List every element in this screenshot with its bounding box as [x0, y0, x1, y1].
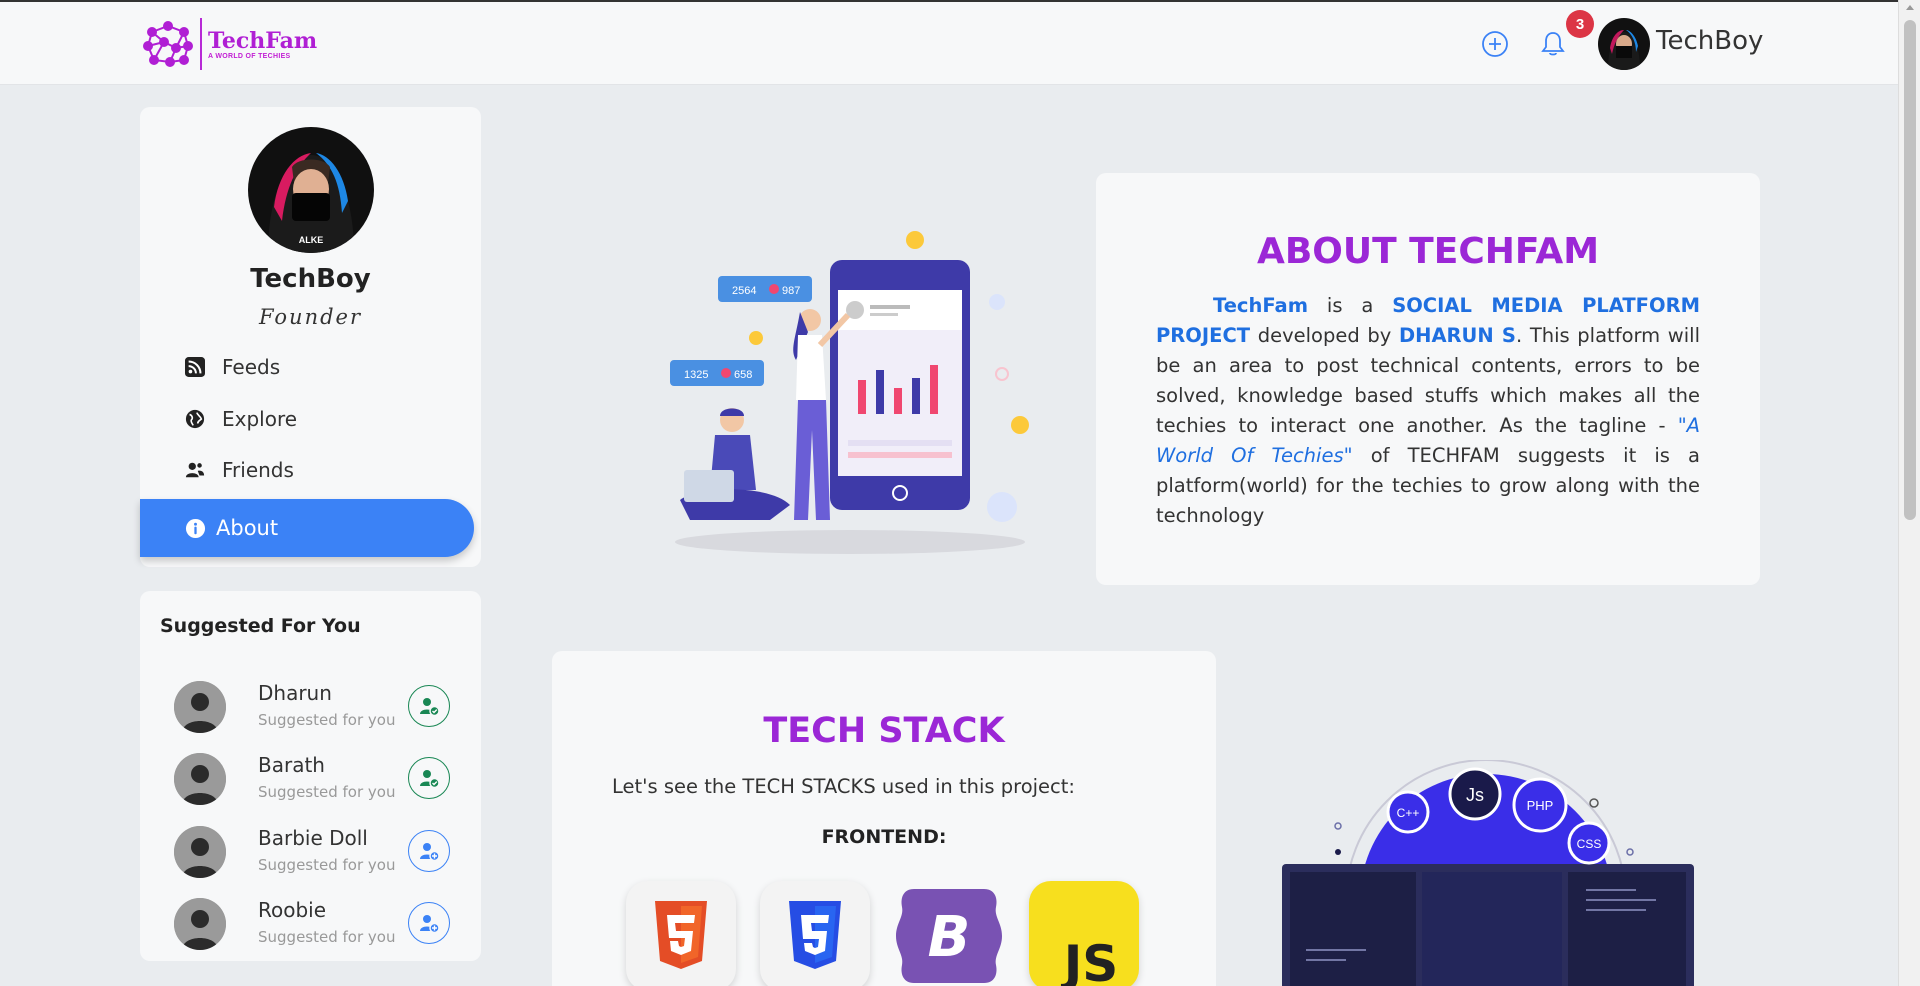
tech-stack-illustration: C++ Js PHP CSS: [1282, 760, 1694, 986]
friend-added-button[interactable]: [408, 757, 450, 799]
tech-stack-title: TECH STACK: [763, 711, 1005, 751]
list-item: Barbie Doll Suggested for you: [140, 818, 481, 880]
profile-name: TechBoy: [250, 264, 371, 294]
javascript-icon: JS: [1061, 935, 1119, 986]
likes-count-2: 1325: [684, 369, 708, 381]
suggested-title: Suggested For You: [160, 615, 361, 637]
social-media-illustration: 2564 987 1325 658: [670, 231, 1029, 554]
bootstrap-logo: B: [894, 881, 1004, 986]
user-avatar[interactable]: [1598, 18, 1650, 70]
avatar: [174, 826, 226, 878]
html5-icon: [655, 901, 707, 969]
globe-icon: [184, 408, 206, 430]
nav-item-about[interactable]: About: [140, 499, 474, 557]
orbit-label-php: PHP: [1527, 798, 1554, 813]
about-card: ABOUT TECHFAM TechFam is a SOCIAL MEDIA …: [1096, 173, 1760, 585]
suggested-sub: Suggested for you: [258, 783, 396, 801]
list-item: Barath Suggested for you: [140, 745, 481, 807]
user-check-icon: [420, 698, 440, 717]
add-friend-button[interactable]: [408, 902, 450, 944]
developer-name: DHARUN S: [1398, 324, 1516, 347]
orbit-label-cpp: C++: [1397, 806, 1420, 820]
friend-added-button[interactable]: [408, 685, 450, 727]
profile-avatar: ALKE: [248, 127, 374, 253]
user-plus-icon: [420, 843, 440, 862]
nav-item-explore[interactable]: Explore: [140, 393, 474, 445]
about-text-fragment: developed by: [1250, 324, 1399, 347]
add-friend-button[interactable]: [408, 830, 450, 872]
css3-logo: [760, 881, 870, 986]
nav-label-explore: Explore: [222, 407, 298, 431]
orbit-label-js: Js: [1466, 785, 1484, 805]
avatar: [174, 898, 226, 950]
suggested-name[interactable]: Barath: [258, 753, 325, 777]
about-title: ABOUT TECHFAM: [1256, 231, 1600, 272]
bootstrap-icon: B: [896, 889, 1002, 983]
suggested-name[interactable]: Roobie: [258, 898, 326, 922]
suggested-name[interactable]: Dharun: [258, 681, 332, 705]
brand-name: TechFam: [1213, 294, 1309, 317]
tech-stack-intro: Let's see the TECH STACKS used in this p…: [612, 775, 1075, 798]
nav-label-friends: Friends: [222, 458, 294, 482]
javascript-logo: JS: [1029, 881, 1139, 986]
info-icon: [184, 517, 206, 539]
orbit-label-css: CSS: [1577, 837, 1602, 851]
hearts-count-1: 987: [782, 285, 800, 297]
techfam-logo[interactable]: TechFam A WORLD OF TECHIES: [142, 18, 317, 70]
tech-stack-card: TECH STACK Let's see the TECH STACKS use…: [552, 651, 1216, 986]
nav-item-friends[interactable]: Friends: [140, 444, 474, 496]
notification-bell-icon[interactable]: [1538, 29, 1568, 59]
scroll-up-arrow-icon[interactable]: [1906, 5, 1914, 10]
top-username[interactable]: TechBoy: [1656, 26, 1763, 56]
nav-label-feeds: Feeds: [222, 355, 281, 379]
avatar: [174, 681, 226, 733]
profile-role: Founder: [258, 305, 363, 329]
css3-icon: [789, 901, 841, 969]
list-item: Roobie Suggested for you: [140, 890, 481, 952]
suggested-name[interactable]: Barbie Doll: [258, 826, 368, 850]
list-item: Dharun Suggested for you: [140, 673, 481, 735]
user-plus-icon: [420, 915, 440, 934]
avatar: [174, 753, 226, 805]
nav-label-about: About: [216, 516, 279, 540]
avatar-caption: ALKE: [299, 235, 324, 245]
suggested-card: Suggested For You Dharun Suggested for y…: [140, 591, 481, 961]
hearts-count-2: 658: [734, 369, 752, 381]
add-post-icon[interactable]: [1480, 29, 1510, 59]
logo-tagline: A WORLD OF TECHIES: [208, 52, 291, 60]
suggested-sub: Suggested for you: [258, 711, 396, 729]
friends-icon: [184, 459, 206, 481]
notification-badge: 3: [1566, 10, 1594, 38]
frontend-heading: FRONTEND:: [821, 826, 947, 848]
svg-text:JS: JS: [1061, 935, 1119, 986]
nav-item-feeds[interactable]: Feeds: [140, 341, 474, 393]
logo-title: TechFam: [208, 27, 318, 54]
suggested-sub: Suggested for you: [258, 856, 396, 874]
logo-mark-icon: [143, 21, 193, 67]
rss-icon: [184, 356, 206, 378]
suggested-sub: Suggested for you: [258, 928, 396, 946]
scrollbar-thumb[interactable]: [1904, 20, 1916, 520]
about-description: TechFam is a SOCIAL MEDIA PLATFORM PROJE…: [1156, 291, 1700, 531]
about-text-fragment: is a: [1308, 294, 1393, 317]
html5-logo: [626, 881, 736, 986]
svg-text:B: B: [928, 905, 971, 970]
user-check-icon: [420, 770, 440, 789]
likes-count-1: 2564: [732, 285, 756, 297]
profile-card: ALKE TechBoy Founder Feeds Explore Frien…: [140, 107, 481, 567]
top-navbar: TechFam A WORLD OF TECHIES 3 TechBoy: [0, 0, 1898, 85]
page-scrollbar[interactable]: [1898, 0, 1920, 986]
